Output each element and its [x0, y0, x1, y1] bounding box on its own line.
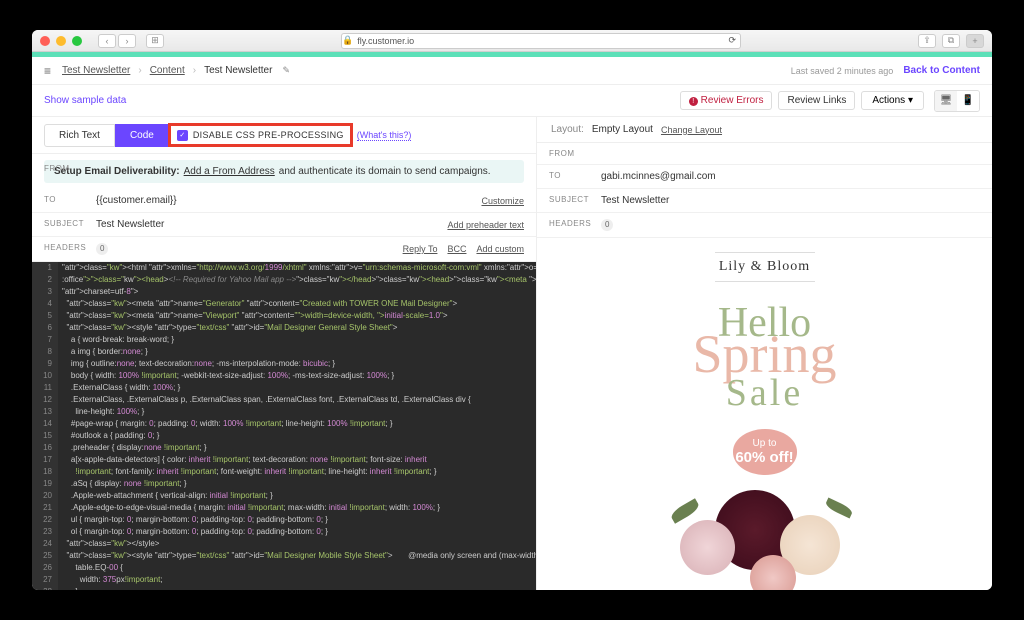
headers-label: HEADERS	[44, 243, 86, 252]
tab-rich-text[interactable]: Rich Text	[44, 124, 115, 147]
url-text: fly.customer.io	[357, 36, 414, 46]
headers-count-badge: 0	[96, 243, 108, 255]
to-label: TO	[44, 195, 56, 204]
to-row: TO {{customer.email}} Customize	[32, 189, 536, 213]
layout-label: Layout:	[551, 124, 584, 135]
layout-row: Layout: Empty Layout Change Layout	[537, 117, 992, 143]
banner-suffix: and authenticate its domain to send camp…	[279, 166, 491, 177]
reload-icon[interactable]: ⟳	[728, 35, 736, 46]
from-label-right: FROM	[549, 149, 575, 158]
reply-to-link[interactable]: Reply To	[403, 244, 438, 254]
to-value: {{customer.email}}	[96, 195, 177, 206]
change-layout-link[interactable]: Change Layout	[661, 125, 722, 135]
to-label-right: TO	[549, 171, 561, 180]
close-icon[interactable]	[40, 36, 50, 46]
desktop-view-button[interactable]: 🖥	[935, 91, 957, 111]
forward-button[interactable]: ›	[118, 34, 136, 48]
preheader-link[interactable]: Add preheader text	[447, 220, 524, 230]
add-from-link[interactable]: Add a From Address	[184, 166, 275, 177]
editor-panel: Rich Text Code ✓ DISABLE CSS PRE-PROCESS…	[32, 117, 537, 590]
banner-prefix: Setup Email Deliverability:	[54, 166, 180, 177]
add-custom-link[interactable]: Add custom	[476, 244, 524, 254]
headers-label-right: HEADERS	[549, 219, 591, 228]
menu-icon[interactable]: ≡	[44, 64, 58, 78]
breadcrumb-bar: ≡ Test Newsletter › Content › Test Newsl…	[32, 57, 992, 85]
crumb-level2[interactable]: Content	[150, 65, 185, 76]
preview-image	[650, 485, 880, 576]
device-toggle: 🖥 📱	[934, 90, 980, 112]
badge-big: 60% off!	[735, 449, 793, 466]
edit-title-icon[interactable]: ✎	[282, 65, 290, 76]
preview-badge: Up to 60% off!	[733, 429, 797, 474]
layout-value: Empty Layout	[592, 124, 653, 135]
from-row-right: FROM	[537, 143, 992, 165]
subject-value: Test Newsletter	[96, 219, 164, 230]
review-errors-button[interactable]: !Review Errors	[680, 91, 773, 110]
subject-label-right: SUBJECT	[549, 195, 589, 204]
disable-css-label: DISABLE CSS PRE-PROCESSING	[193, 130, 344, 140]
review-links-button[interactable]: Review Links	[778, 91, 855, 110]
disable-css-highlight: ✓ DISABLE CSS PRE-PROCESSING	[168, 123, 353, 147]
crumb-level1[interactable]: Test Newsletter	[62, 65, 130, 76]
badge-top: Up to	[753, 438, 777, 449]
tabs-icon[interactable]: ⧉	[942, 34, 960, 48]
to-value-right: gabi.mcinnes@gmail.com	[601, 171, 716, 182]
back-to-content-link[interactable]: Back to Content	[903, 65, 980, 76]
sidebar-icon[interactable]: ⊞	[146, 34, 164, 48]
crumb-current: Test Newsletter	[204, 65, 272, 76]
new-tab-button[interactable]: +	[966, 34, 984, 48]
breadcrumb: Test Newsletter › Content › Test Newslet…	[62, 65, 290, 76]
whats-this-link[interactable]: (What's this?)	[357, 130, 412, 141]
preview-panel: Layout: Empty Layout Change Layout FROM …	[537, 117, 992, 590]
email-preview: Lily & Bloom Hello Spring Sale Up to 60%…	[537, 238, 992, 590]
minimize-icon[interactable]	[56, 36, 66, 46]
preview-sale: Sale	[726, 371, 803, 415]
lock-icon: 🔒	[342, 35, 353, 46]
headers-row-right: HEADERS 0	[537, 213, 992, 238]
actions-dropdown[interactable]: Actions ▾	[861, 91, 924, 110]
code-editor[interactable]: 1"attr">class="kw"><html "attr">xmlns="h…	[32, 262, 536, 590]
to-row-right: TO gabi.mcinnes@gmail.com	[537, 165, 992, 189]
preview-brand: Lily & Bloom	[715, 252, 815, 282]
tab-code[interactable]: Code	[115, 124, 169, 147]
headers-row: HEADERS 0 Reply To BCC Add custom	[32, 237, 536, 262]
share-icon[interactable]: ⇪	[918, 34, 936, 48]
bcc-link[interactable]: BCC	[447, 244, 466, 254]
saved-status: Last saved 2 minutes ago	[791, 66, 894, 76]
customize-link[interactable]: Customize	[481, 196, 524, 206]
headers-count-right: 0	[601, 219, 613, 231]
preview-spring: Spring	[692, 336, 836, 374]
mobile-view-button[interactable]: 📱	[957, 91, 979, 111]
subject-row-right: SUBJECT Test Newsletter	[537, 189, 992, 213]
deliverability-banner: FROM Setup Email Deliverability: Add a F…	[44, 160, 524, 183]
from-label: FROM	[44, 164, 70, 173]
subject-value-right: Test Newsletter	[601, 195, 669, 206]
zoom-icon[interactable]	[72, 36, 82, 46]
titlebar: ‹ › ⊞ 🔒 fly.customer.io ⟳ ⇪ ⧉ +	[32, 30, 992, 52]
action-bar: Show sample data !Review Errors Review L…	[32, 85, 992, 117]
back-button[interactable]: ‹	[98, 34, 116, 48]
browser-window: ‹ › ⊞ 🔒 fly.customer.io ⟳ ⇪ ⧉ + ≡ Test N…	[32, 30, 992, 590]
subject-row: SUBJECT Test Newsletter Add preheader te…	[32, 213, 536, 237]
show-sample-data-link[interactable]: Show sample data	[44, 95, 126, 106]
disable-css-checkbox[interactable]: ✓	[177, 130, 188, 141]
address-bar[interactable]: 🔒 fly.customer.io ⟳	[341, 33, 741, 49]
subject-label: SUBJECT	[44, 219, 84, 228]
